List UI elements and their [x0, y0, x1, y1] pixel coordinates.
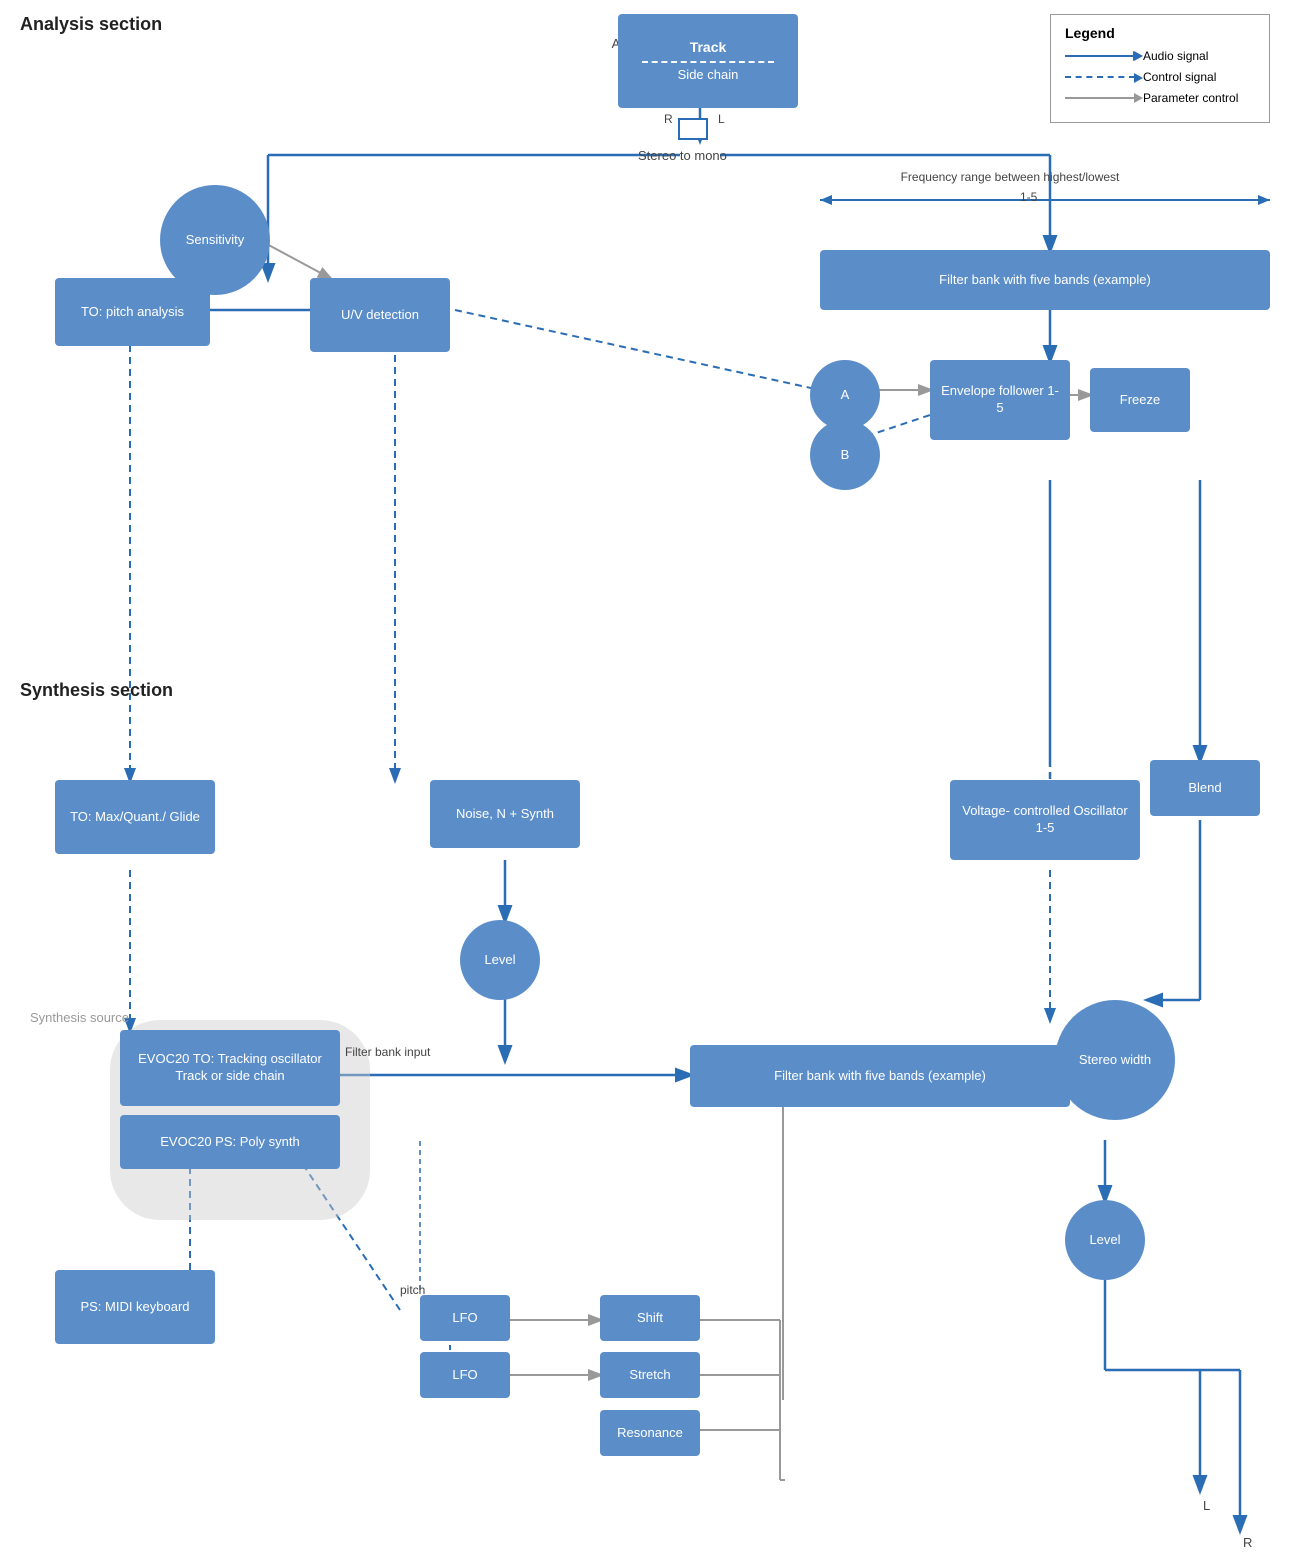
voltage-osc-box[interactable]: Voltage- controlled Oscillator 1-5	[950, 780, 1140, 860]
evoc20-to-box[interactable]: EVOC20 TO: Tracking oscillator Track or …	[120, 1030, 340, 1106]
legend-parameter-control: Parameter control	[1065, 91, 1255, 105]
level-bottom-circle[interactable]: Level	[1065, 1200, 1145, 1280]
legend-box: Legend Audio signal Control signal Param…	[1050, 14, 1270, 123]
legend-control-signal: Control signal	[1065, 70, 1255, 84]
track-sidechain-box[interactable]: Track Side chain	[618, 14, 798, 108]
to-max-box[interactable]: TO: Max/Quant./ Glide	[55, 780, 215, 854]
filter-bank-top-box[interactable]: Filter bank with five bands (example)	[820, 250, 1270, 310]
track-label: Track	[690, 38, 727, 56]
evoc20-ps-box[interactable]: EVOC20 PS: Poly synth	[120, 1115, 340, 1169]
stereo-width-circle[interactable]: Stereo width	[1055, 1000, 1175, 1120]
uv-detection-box[interactable]: U/V detection	[310, 278, 450, 352]
freq-range-num: 1-5	[1020, 190, 1037, 204]
filter-bank-input-label: Filter bank input	[345, 1045, 430, 1059]
envelope-follower-box[interactable]: Envelope follower 1-5	[930, 360, 1070, 440]
analysis-section-label: Analysis section	[20, 14, 162, 35]
r-label: R	[664, 112, 673, 126]
l-bottom-label: L	[1203, 1498, 1210, 1513]
blend-box[interactable]: Blend	[1150, 760, 1260, 816]
lfo2-box[interactable]: LFO	[420, 1352, 510, 1398]
sidechain-label: Side chain	[678, 67, 739, 84]
freq-range-label: Frequency range between highest/lowest	[810, 170, 1210, 184]
resonance-box[interactable]: Resonance	[600, 1410, 700, 1456]
l-label: L	[718, 112, 725, 126]
stretch-box[interactable]: Stretch	[600, 1352, 700, 1398]
synthesis-section-label: Synthesis section	[20, 680, 173, 701]
stereo-to-mono-label: Stereo to mono	[638, 148, 727, 163]
ps-midi-box[interactable]: PS: MIDI keyboard	[55, 1270, 215, 1344]
noise-box[interactable]: Noise, N + Synth	[430, 780, 580, 848]
r-bottom-label: R	[1243, 1535, 1252, 1550]
synthesis-source-label: Synthesis source	[30, 1010, 129, 1025]
legend-audio-signal: Audio signal	[1065, 49, 1255, 63]
to-pitch-box[interactable]: TO: pitch analysis	[55, 278, 210, 346]
legend-title: Legend	[1065, 25, 1255, 41]
freeze-box[interactable]: Freeze	[1090, 368, 1190, 432]
b-circle[interactable]: B	[810, 420, 880, 490]
shift-box[interactable]: Shift	[600, 1295, 700, 1341]
level-top-circle[interactable]: Level	[460, 920, 540, 1000]
filter-bank-bottom-box[interactable]: Filter bank with five bands (example)	[690, 1045, 1070, 1107]
lfo1-box[interactable]: LFO	[420, 1295, 510, 1341]
